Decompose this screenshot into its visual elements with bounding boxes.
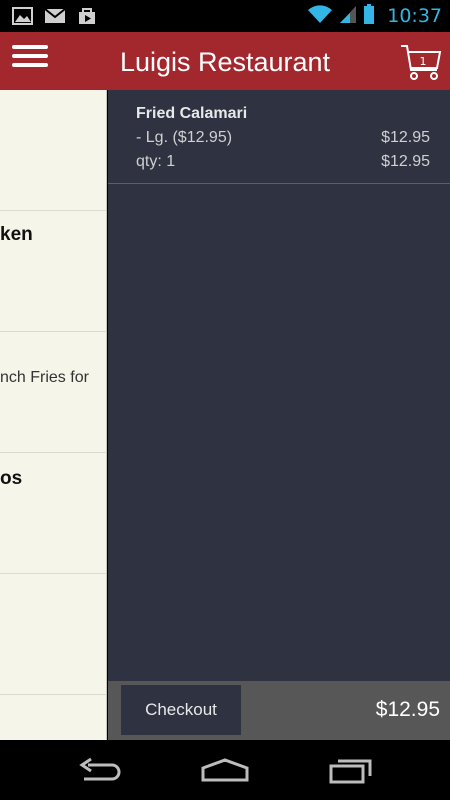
app-title: Luigis Restaurant xyxy=(119,47,331,77)
menu-list-item[interactable]: ken xyxy=(0,211,106,332)
system-icons: 10:37 xyxy=(307,0,442,32)
menu-list-item[interactable] xyxy=(0,695,106,740)
cart-count-badge: 1 xyxy=(419,55,427,68)
menu-list-item[interactable] xyxy=(0,90,106,211)
notification-icons xyxy=(12,6,98,26)
menu-list-item[interactable]: nch Fries for xyxy=(0,332,106,453)
cart-total: $12.95 xyxy=(375,698,440,721)
back-icon[interactable] xyxy=(74,754,126,788)
cart-panel: Fried Calamari - Lg. ($12.95) $12.95 qty… xyxy=(108,90,450,740)
menu-item-label: os xyxy=(0,468,23,489)
cart-footer: Checkout $12.95 xyxy=(108,681,450,740)
gmail-icon xyxy=(44,6,66,26)
menu-item-label: ken xyxy=(0,224,33,245)
app-bar: Luigis Restaurant 1 xyxy=(0,32,450,90)
clock: 10:37 xyxy=(387,5,442,27)
home-icon[interactable] xyxy=(199,754,251,788)
recent-apps-icon[interactable] xyxy=(326,754,378,788)
cart-button[interactable]: 1 xyxy=(398,42,444,82)
menu-item-label: nch Fries for xyxy=(0,369,89,386)
menu-list-item[interactable]: os xyxy=(0,453,106,574)
cart-item-line-total: $12.95 xyxy=(381,153,430,170)
cart-item-option-price: $12.95 xyxy=(381,129,430,146)
cart-item[interactable]: Fried Calamari - Lg. ($12.95) $12.95 qty… xyxy=(108,90,450,184)
status-bar: 10:37 xyxy=(0,0,450,32)
signal-icon xyxy=(339,4,357,29)
navigation-bar xyxy=(0,740,450,800)
checkout-button[interactable]: Checkout xyxy=(121,685,241,735)
wifi-icon xyxy=(307,4,333,29)
battery-icon xyxy=(363,3,375,30)
menu-list-item[interactable] xyxy=(0,574,106,695)
cart-item-qty: qty: 1 xyxy=(136,153,176,170)
menu-list-panel: ken nch Fries for os xyxy=(0,90,107,740)
play-store-icon xyxy=(76,6,98,26)
cart-item-option: - Lg. ($12.95) xyxy=(136,129,233,146)
gallery-icon xyxy=(12,6,34,26)
cart-item-name: Fried Calamari xyxy=(136,105,248,122)
